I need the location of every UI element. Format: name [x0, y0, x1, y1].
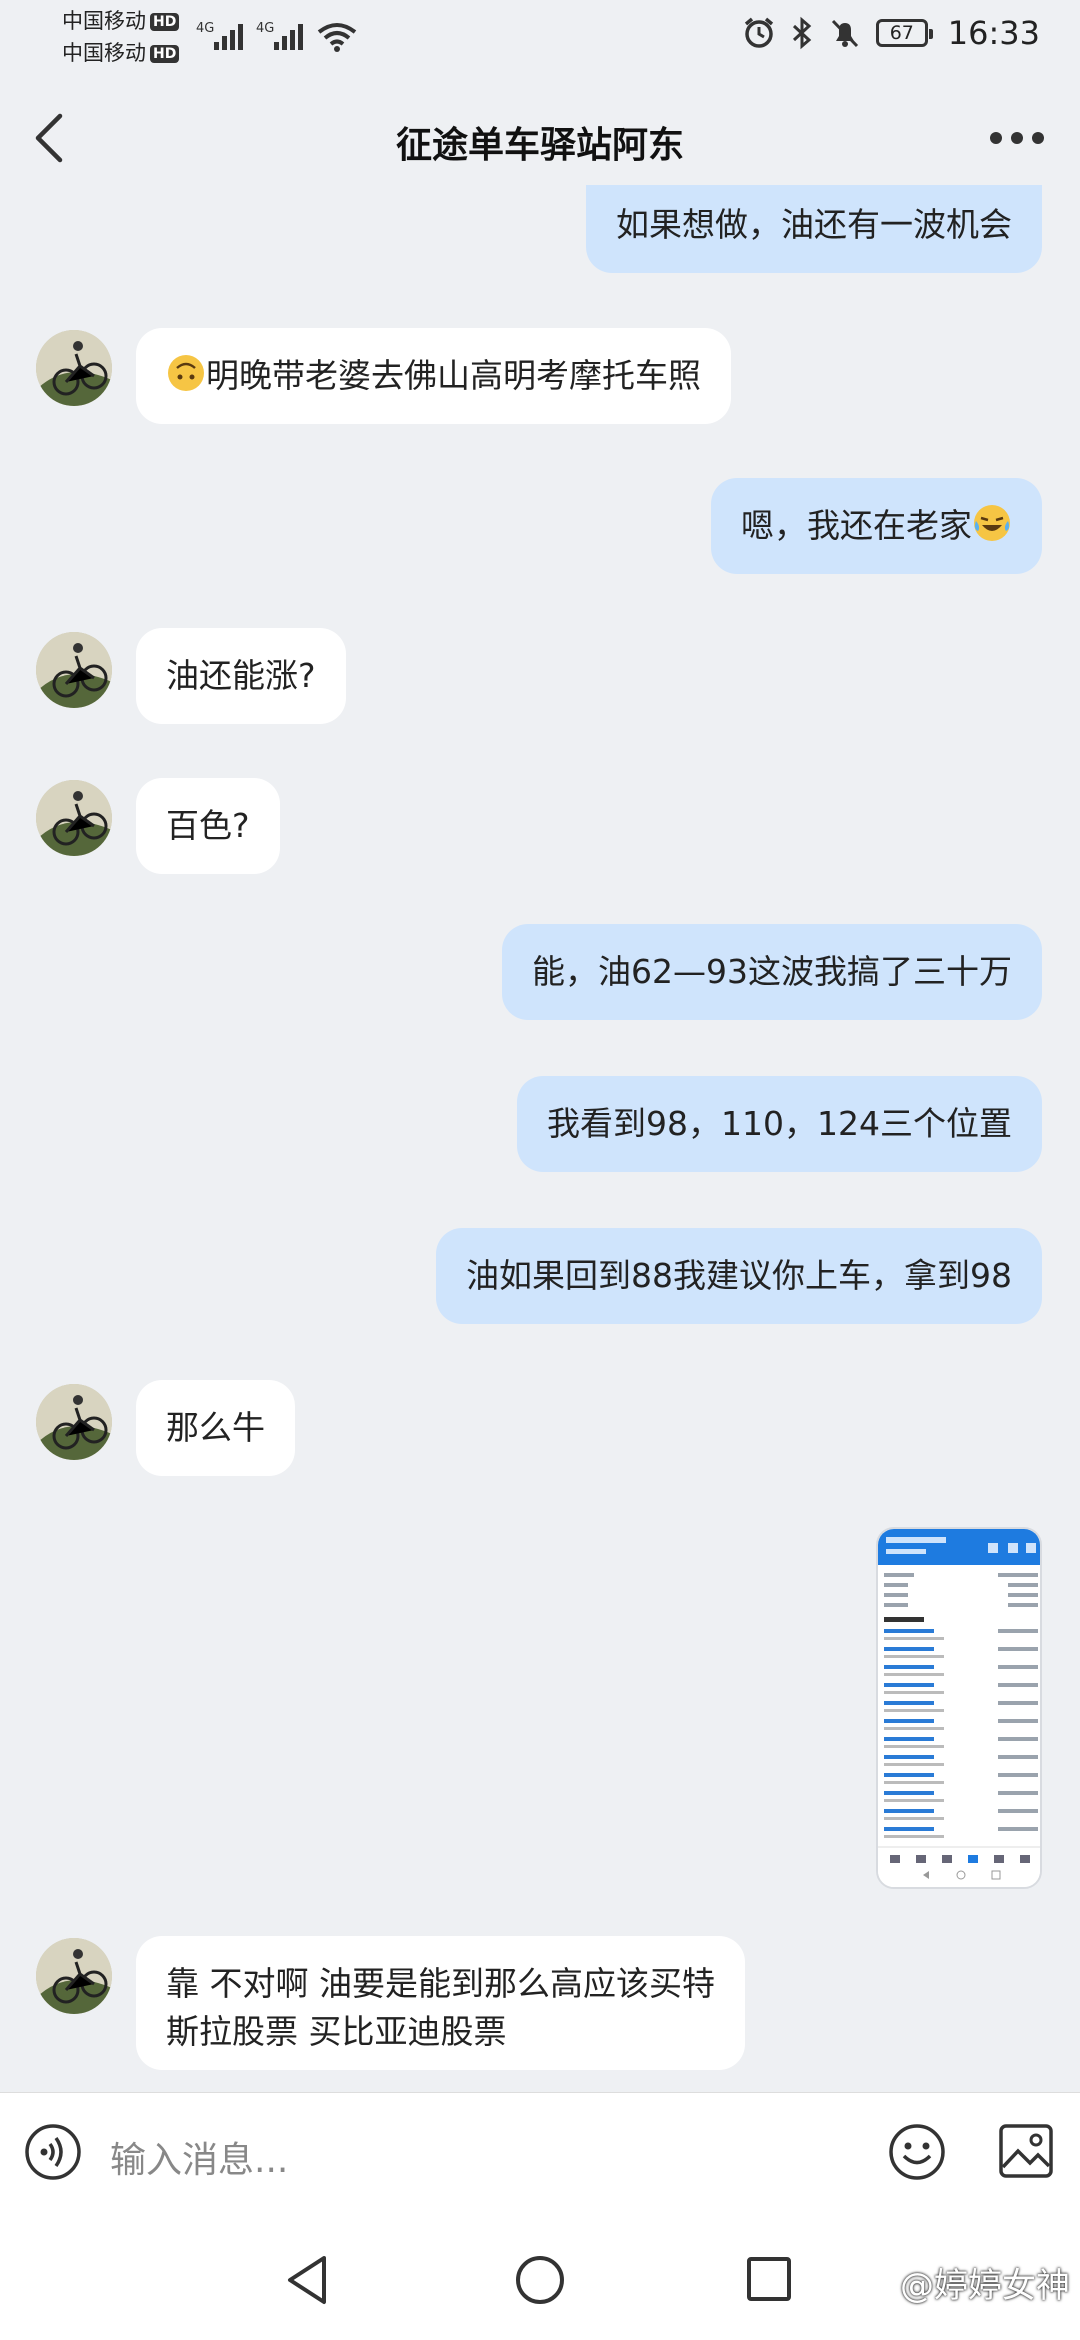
image-picker-icon[interactable]: [998, 2123, 1054, 2179]
message-incoming: 明晚带老婆去佛山高明考摩托车照: [136, 328, 731, 424]
message-outgoing: 我看到98，110，124三个位置: [517, 1076, 1042, 1172]
status-time: 16:33: [947, 14, 1040, 52]
wifi-icon: [317, 23, 357, 52]
emoji-icon[interactable]: [888, 2123, 946, 2181]
more-options-icon[interactable]: [990, 120, 1050, 156]
message-outgoing: 嗯，我还在老家: [711, 478, 1042, 574]
nav-home-icon[interactable]: [514, 2254, 566, 2306]
message-incoming: 油还能涨?: [136, 628, 346, 724]
alarm-icon: [744, 17, 773, 48]
message-text: 百色?: [136, 778, 280, 874]
signal-icon: 4G: [196, 21, 243, 50]
message-outgoing: 如果想做，油还有一波机会: [586, 185, 1042, 273]
message-input-bar: 输入消息...: [0, 2092, 1080, 2210]
nav-recents-icon[interactable]: [746, 2256, 792, 2302]
contact-avatar[interactable]: [36, 1384, 112, 1460]
system-nav-bar: @婷婷女神: [0, 2210, 1080, 2340]
message-input[interactable]: 输入消息...: [110, 2131, 288, 2183]
contact-avatar[interactable]: [36, 330, 112, 406]
message-text: 油如果回到88我建议你上车，拿到98: [436, 1228, 1042, 1324]
upside-down-face-icon: [168, 355, 204, 391]
svg-text:4G: 4G: [196, 21, 214, 36]
carrier-1: 中国移动 HD: [62, 8, 180, 34]
message-text: 那么牛: [136, 1380, 295, 1476]
message-text: 能，油62—93这波我搞了三十万: [502, 924, 1042, 1020]
image-message-thumbnail[interactable]: [876, 1527, 1042, 1889]
message-outgoing: 能，油62—93这波我搞了三十万: [502, 924, 1042, 1020]
signal-icon-2: 4G: [256, 21, 303, 50]
chat-header: 征途单车驿站阿东: [0, 90, 1080, 186]
chat-title: 征途单车驿站阿东: [395, 125, 684, 166]
message-text: 靠 不对啊 油要是能到那么高应该买特 斯拉股票 买比亚迪股票: [136, 1936, 745, 2070]
contact-avatar[interactable]: [36, 632, 112, 708]
message-text: 明晚带老婆去佛山高明考摩托车照: [136, 328, 731, 424]
message-incoming: 那么牛: [136, 1380, 295, 1476]
message-text: 如果想做，油还有一波机会: [586, 185, 1042, 273]
watermark: @婷婷女神: [900, 2266, 1070, 2306]
message-incoming: 靠 不对啊 油要是能到那么高应该买特 斯拉股票 买比亚迪股票: [136, 1936, 745, 2070]
bluetooth-icon: [792, 16, 812, 50]
voice-input-icon[interactable]: [24, 2123, 82, 2181]
message-incoming: 百色?: [136, 778, 280, 874]
message-text: 我看到98，110，124三个位置: [517, 1076, 1042, 1172]
battery-icon: 67: [875, 19, 933, 47]
message-text: 嗯，我还在老家: [711, 478, 1042, 574]
mute-bell-icon: [831, 19, 858, 48]
status-bar: 中国移动 HD 中国移动 HD 4G 4G 67 16:33: [0, 0, 1080, 78]
carrier-2: 中国移动 HD: [62, 40, 180, 66]
message-text: 油还能涨?: [136, 628, 346, 724]
nav-back-icon[interactable]: [284, 2254, 330, 2306]
tears-of-joy-icon: [974, 505, 1010, 541]
message-outgoing: 油如果回到88我建议你上车，拿到98: [436, 1228, 1042, 1324]
contact-avatar[interactable]: [36, 1938, 112, 2014]
svg-text:4G: 4G: [256, 21, 274, 36]
contact-avatar[interactable]: [36, 780, 112, 856]
